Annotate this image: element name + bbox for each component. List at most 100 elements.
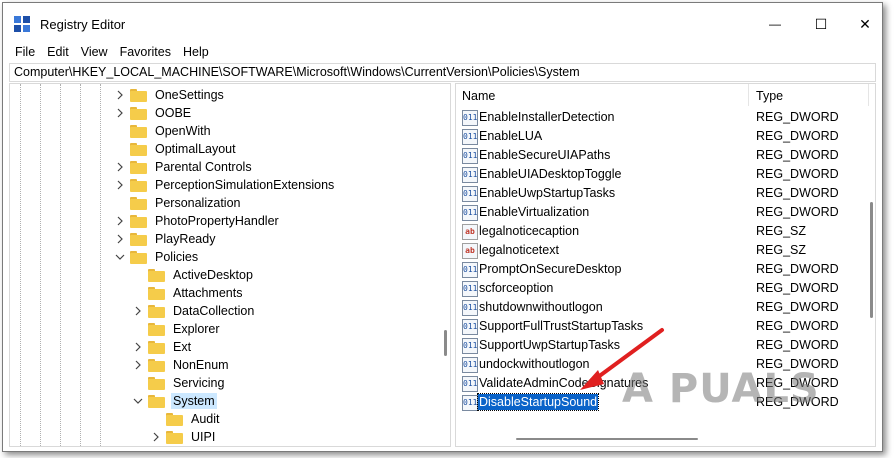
value-type: REG_DWORD: [756, 319, 839, 333]
folder-icon: [130, 196, 147, 210]
value-type: REG_DWORD: [756, 148, 839, 162]
tree-item[interactable]: Servicing: [132, 374, 226, 392]
chevron-right-icon[interactable]: [114, 233, 126, 245]
value-row[interactable]: 011 SupportFullTrustStartupTasks REG_DWORD: [456, 317, 875, 336]
reg-dword-icon: 011: [462, 186, 478, 202]
chevron-right-icon[interactable]: [150, 431, 162, 443]
column-separator[interactable]: [748, 84, 749, 106]
tree-item[interactable]: Parental Controls: [114, 158, 254, 176]
chevron-right-icon[interactable]: [114, 179, 126, 191]
tree-item[interactable]: NonEnum: [132, 356, 231, 374]
tree-item[interactable]: OptimalLayout: [114, 140, 238, 158]
value-row[interactable]: 011 EnableSecureUIAPaths REG_DWORD: [456, 146, 875, 165]
tree-item-label: OOBE: [155, 106, 192, 120]
tree-guide-line: [40, 84, 41, 446]
column-header-type[interactable]: Type: [750, 84, 783, 106]
tree-item[interactable]: Personalization: [114, 194, 242, 212]
title-bar[interactable]: Registry Editor — ☐ ✕: [3, 3, 882, 41]
folder-icon: [148, 340, 165, 354]
tree-item[interactable]: Policies: [114, 248, 200, 266]
chevron-right-icon[interactable]: [132, 341, 144, 353]
address-bar[interactable]: Computer\HKEY_LOCAL_MACHINE\SOFTWARE\Mic…: [9, 63, 876, 82]
menu-file[interactable]: File: [9, 45, 41, 59]
value-row[interactable]: 011 PromptOnSecureDesktop REG_DWORD: [456, 260, 875, 279]
value-name: EnableUwpStartupTasks: [479, 186, 616, 200]
chevron-right-icon[interactable]: [114, 215, 126, 227]
menu-help[interactable]: Help: [177, 45, 215, 59]
tree-item[interactable]: UIPI: [150, 428, 217, 446]
folder-icon: [148, 394, 165, 408]
menu-view[interactable]: View: [75, 45, 114, 59]
reg-dword-icon: 011: [462, 205, 478, 221]
reg-dword-icon: 011: [462, 300, 478, 316]
value-row[interactable]: ab legalnoticecaption REG_SZ: [456, 222, 875, 241]
tree-item[interactable]: OpenWith: [114, 122, 213, 140]
tree-item-label: OptimalLayout: [155, 142, 236, 156]
tree-item[interactable]: Explorer: [132, 320, 222, 338]
tree-item[interactable]: ActiveDesktop: [132, 266, 255, 284]
value-name: EnableInstallerDetection: [479, 110, 615, 124]
value-row[interactable]: 011 EnableVirtualization REG_DWORD: [456, 203, 875, 222]
registry-editor-app-icon: [14, 16, 30, 32]
tree-item[interactable]: Attachments: [132, 284, 244, 302]
tree-item[interactable]: DataCollection: [132, 302, 256, 320]
value-row[interactable]: 011 shutdownwithoutlogon REG_DWORD: [456, 298, 875, 317]
folder-icon: [130, 142, 147, 156]
tree-item-label: OpenWith: [155, 124, 211, 138]
close-button[interactable]: ✕: [842, 9, 882, 39]
tree-scrollbar-thumb[interactable]: [444, 330, 447, 356]
tree-item[interactable]: Ext: [132, 338, 193, 356]
tree-item-label: OneSettings: [155, 88, 224, 102]
chevron-down-icon[interactable]: [114, 251, 126, 263]
value-row[interactable]: ab legalnoticetext REG_SZ: [456, 241, 875, 260]
value-row[interactable]: 011 EnableUIADesktopToggle REG_DWORD: [456, 165, 875, 184]
chevron-right-icon[interactable]: [132, 359, 144, 371]
menu-edit[interactable]: Edit: [41, 45, 75, 59]
chevron-right-icon[interactable]: [114, 89, 126, 101]
value-row[interactable]: 011 EnableInstallerDetection REG_DWORD: [456, 108, 875, 127]
tree-item-label: Audit: [191, 412, 220, 426]
minimize-button[interactable]: —: [752, 9, 798, 39]
tree-item[interactable]: PlayReady: [114, 230, 217, 248]
tree-expander-spacer: [150, 413, 162, 425]
tree-expander-spacer: [114, 197, 126, 209]
tree-item-label: Personalization: [155, 196, 241, 210]
value-type: REG_DWORD: [756, 338, 839, 352]
maximize-button[interactable]: ☐: [798, 9, 844, 39]
column-separator[interactable]: [868, 84, 869, 106]
menu-favorites[interactable]: Favorites: [114, 45, 177, 59]
value-row[interactable]: 011 EnableUwpStartupTasks REG_DWORD: [456, 184, 875, 203]
chevron-right-icon[interactable]: [132, 305, 144, 317]
maximize-icon: ☐: [814, 15, 828, 32]
value-type: REG_DWORD: [756, 300, 839, 314]
reg-dword-icon: 011: [462, 338, 478, 354]
window-title: Registry Editor: [40, 17, 126, 32]
tree-item-label: Policies: [155, 250, 199, 264]
tree-item[interactable]: PhotoPropertyHandler: [114, 212, 281, 230]
tree-item-label: Ext: [173, 340, 192, 354]
column-header-name[interactable]: Name: [456, 84, 495, 106]
key-tree-pane[interactable]: OneSettings OOBE OpenWith OptimalLayout Pare…: [9, 83, 451, 447]
tree-expander-spacer: [114, 125, 126, 137]
value-row[interactable]: 011 scforceoption REG_DWORD: [456, 279, 875, 298]
values-hscrollbar-thumb[interactable]: [516, 438, 698, 440]
value-name: legalnoticecaption: [479, 224, 580, 238]
tree-guide-line: [100, 84, 101, 446]
close-icon: ✕: [859, 15, 871, 32]
tree-item-label: Parental Controls: [155, 160, 252, 174]
chevron-right-icon[interactable]: [114, 161, 126, 173]
tree-item-label: Explorer: [173, 322, 220, 336]
chevron-down-icon[interactable]: [132, 395, 144, 407]
value-type: REG_DWORD: [756, 129, 839, 143]
tree-item[interactable]: System: [132, 392, 217, 410]
value-type: REG_DWORD: [756, 281, 839, 295]
value-row[interactable]: 011 EnableLUA REG_DWORD: [456, 127, 875, 146]
value-name: PromptOnSecureDesktop: [479, 262, 622, 276]
tree-item[interactable]: PerceptionSimulationExtensions: [114, 176, 336, 194]
value-row[interactable]: 011 SupportUwpStartupTasks REG_DWORD: [456, 336, 875, 355]
tree-item[interactable]: Audit: [150, 410, 222, 428]
tree-item[interactable]: OneSettings: [114, 86, 226, 104]
tree-item-label: NonEnum: [173, 358, 229, 372]
tree-item[interactable]: OOBE: [114, 104, 193, 122]
chevron-right-icon[interactable]: [114, 107, 126, 119]
